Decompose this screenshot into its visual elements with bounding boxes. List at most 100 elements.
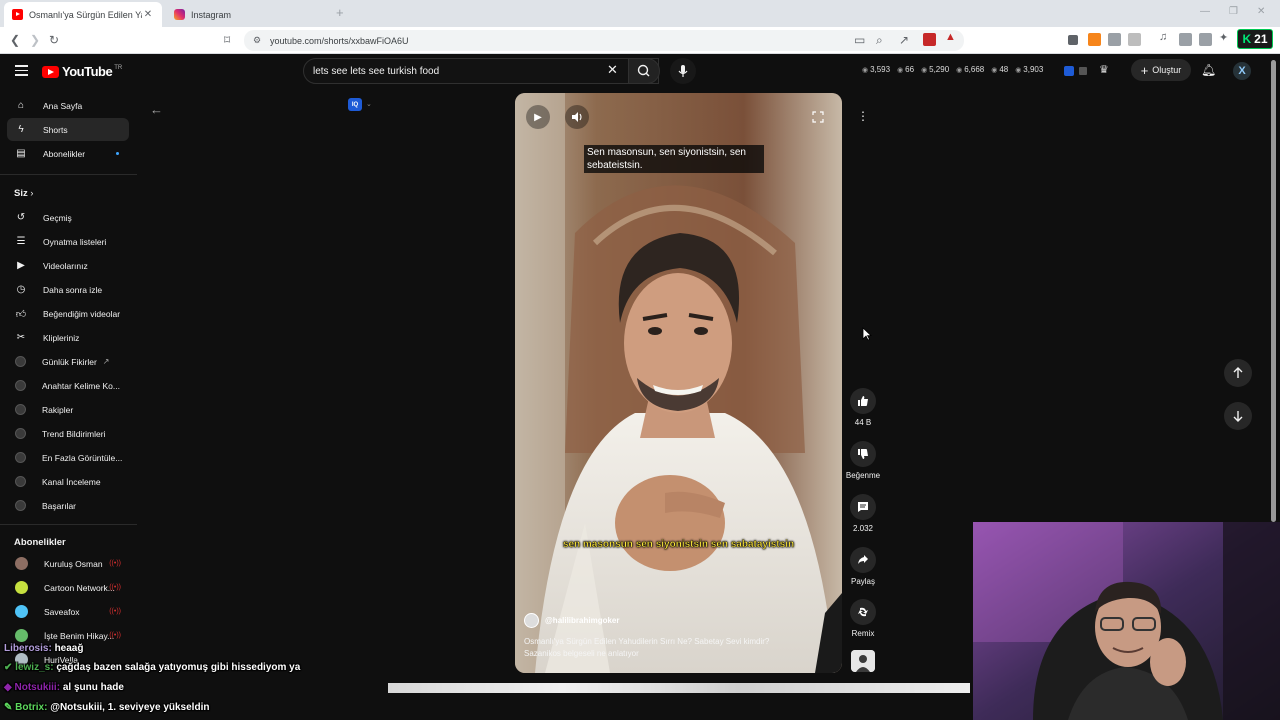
leo-icon[interactable]: ✦ xyxy=(1219,31,1232,44)
sidebar-item-liked[interactable]: 👍︎ Beğendiğim videolar xyxy=(7,302,129,325)
zoom-icon[interactable]: ⌕ xyxy=(876,33,883,48)
tab-instagram[interactable]: Instagram xyxy=(166,2,338,27)
brave-shield-icon[interactable] xyxy=(923,33,936,46)
chat-text: çağdaş bazen salağa yatıyomuş gibi hisse… xyxy=(56,662,301,673)
sidebar-sub-item[interactable]: Kuruluş Osman ((•)) xyxy=(7,552,129,575)
channel-link[interactable]: @halilibrahimgoker xyxy=(524,613,619,628)
sidebar-item-competitors[interactable]: Rakipler xyxy=(7,398,129,421)
sidebar-item-shorts[interactable]: ϟ Shorts xyxy=(7,118,129,141)
close-tab-icon[interactable]: ✕ xyxy=(142,9,154,20)
remix-icon[interactable] xyxy=(850,599,876,625)
notifications-icon[interactable]: 🔔︎ xyxy=(1201,63,1216,77)
wallet-icon[interactable] xyxy=(1199,33,1212,46)
more-options-icon[interactable]: ⋮ xyxy=(850,104,876,130)
sidebar-item-channel-audit[interactable]: Kanal İnceleme xyxy=(7,470,129,493)
channel-avatar xyxy=(15,557,28,570)
vidiq-badge-icon[interactable]: IQ xyxy=(348,98,362,111)
minimize-icon[interactable]: — xyxy=(1200,6,1210,17)
channel-avatar xyxy=(524,613,539,628)
youtube-logo[interactable]: YouTube TR xyxy=(42,64,122,79)
share-icon[interactable] xyxy=(850,547,876,573)
next-short-button[interactable] xyxy=(1224,402,1252,430)
chat-username: lewiz_s: xyxy=(15,662,54,673)
sidebar-item-your-videos[interactable]: ▶ Videolarınız xyxy=(7,254,129,277)
remix-action[interactable]: Remix xyxy=(848,599,878,638)
screen: { "browser": { "tabs": [ {"title": "Osma… xyxy=(0,0,1280,720)
cast-icon[interactable]: ▭ xyxy=(854,33,865,47)
crown-icon[interactable]: ♛ xyxy=(1099,63,1109,76)
media-icon[interactable]: ♫ xyxy=(1159,31,1172,44)
you-section-header[interactable]: Siz › xyxy=(14,188,33,199)
sidebar-item-keywords[interactable]: Anahtar Kelime Ko... xyxy=(7,374,129,397)
restore-icon[interactable]: ❐ xyxy=(1229,6,1238,17)
extension-icon[interactable] xyxy=(1068,35,1078,45)
create-button[interactable]: + Oluştur xyxy=(1131,59,1191,81)
screenshot-icon[interactable] xyxy=(1128,33,1141,46)
sidebar-item-achievements[interactable]: Başarılar xyxy=(7,494,129,517)
sidebar-item-home[interactable]: ⌂ Ana Sayfa xyxy=(7,94,129,117)
like-action[interactable]: 44 B xyxy=(848,388,878,427)
shorts-video-player[interactable]: ▶ Sen masonsun, sen siyonistsin, sen seb… xyxy=(515,93,842,673)
fullscreen-button[interactable] xyxy=(806,105,830,129)
reload-icon[interactable]: ↻ xyxy=(49,33,59,47)
search-input[interactable]: lets see lets see turkish food xyxy=(303,58,659,84)
sidebar-item-playlists[interactable]: ☰ Oynatma listeleri xyxy=(7,230,129,253)
next-short-preview xyxy=(388,683,970,693)
sidepanel-icon[interactable] xyxy=(1179,33,1192,46)
vidiq-tool-icon xyxy=(15,452,26,463)
channel-avatar xyxy=(15,605,28,618)
share-page-icon[interactable]: ↗ xyxy=(899,33,909,47)
site-info-icon[interactable]: ⚙ xyxy=(253,35,261,46)
account-avatar[interactable]: X xyxy=(1233,62,1251,80)
sidebar-item-trend-alerts[interactable]: Trend Bildirimleri xyxy=(7,422,129,445)
clear-search-icon[interactable]: ✕ xyxy=(607,63,618,77)
video-title[interactable]: Osmanlı'ya Sürgün Edilen Yahudilerin Sır… xyxy=(524,636,794,660)
sidebar-sub-item[interactable]: Saveafox ((•)) xyxy=(7,600,129,623)
sidebar-item-subscriptions[interactable]: ▤ Abonelikler xyxy=(7,142,129,165)
sidebar-item-label: Kuruluş Osman xyxy=(44,558,103,569)
share-action[interactable]: Paylaş xyxy=(848,547,878,586)
remix-label: Remix xyxy=(851,629,875,638)
sidebar-item-most-viewed[interactable]: En Fazla Görüntüle... xyxy=(7,446,129,469)
address-bar: ❮ ❯ ↻ ⌑ ⚙ youtube.com/shorts/xxbawFiOA6U… xyxy=(0,27,1280,54)
back-icon[interactable]: ❮ xyxy=(10,33,20,47)
sound-thumbnail[interactable] xyxy=(851,650,875,672)
puzzle-icon[interactable] xyxy=(1108,33,1121,46)
metamask-icon[interactable] xyxy=(1088,33,1101,46)
search-button[interactable] xyxy=(628,58,660,84)
comment-icon[interactable] xyxy=(850,494,876,520)
forward-icon[interactable]: ❯ xyxy=(30,33,40,47)
page-scrollbar[interactable] xyxy=(1271,60,1276,522)
menu-icon[interactable] xyxy=(15,65,28,76)
sidebar-item-watch-later[interactable]: ◷ Daha sonra izle xyxy=(7,278,129,301)
play-button[interactable]: ▶ xyxy=(526,105,550,129)
dislike-label: Beğenme xyxy=(845,471,881,480)
liked-icon: 👍︎ xyxy=(15,308,27,320)
back-arrow-icon[interactable]: ← xyxy=(150,102,163,117)
volume-button[interactable] xyxy=(565,105,589,129)
voice-search-button[interactable] xyxy=(670,58,696,84)
new-tab-icon[interactable]: + xyxy=(336,5,344,20)
you-header-label: Siz xyxy=(14,188,28,199)
sidebar-item-daily-ideas[interactable]: Günlük Fikirler ↗ xyxy=(7,350,129,373)
sidebar-sub-item[interactable]: Cartoon Network... ((•)) xyxy=(7,576,129,599)
sidebar-item-clips[interactable]: ✂ Klipleriniz xyxy=(7,326,129,349)
dislike-action[interactable]: Beğenme xyxy=(846,441,880,480)
comments-action[interactable]: 2.032 xyxy=(848,494,878,533)
tab-youtube[interactable]: Osmanlı'ya Sürgün Edilen Yahudi... ✕ xyxy=(4,2,162,27)
sidebar-item-label: Kanal İnceleme xyxy=(42,476,101,487)
close-window-icon[interactable]: ✕ xyxy=(1257,6,1265,17)
channel-avatar xyxy=(15,581,28,594)
comment-count: 2.032 xyxy=(852,524,874,533)
grid-icon[interactable] xyxy=(1079,67,1087,75)
sidebar-item-history[interactable]: ↺ Geçmiş xyxy=(7,206,129,229)
dislike-icon[interactable] xyxy=(850,441,876,467)
vidiq-icon[interactable] xyxy=(1064,66,1074,76)
like-icon[interactable] xyxy=(850,388,876,414)
previous-short-button[interactable] xyxy=(1224,359,1252,387)
sidebar: ⌂ Ana Sayfa ϟ Shorts ▤ Abonelikler Siz ›… xyxy=(0,88,137,720)
rewards-icon[interactable]: ▲ xyxy=(945,31,958,44)
chevron-down-icon[interactable]: ⌄ xyxy=(366,100,372,108)
mic-icon xyxy=(678,65,688,77)
bookmark-icon[interactable]: ⌑ xyxy=(224,33,230,47)
